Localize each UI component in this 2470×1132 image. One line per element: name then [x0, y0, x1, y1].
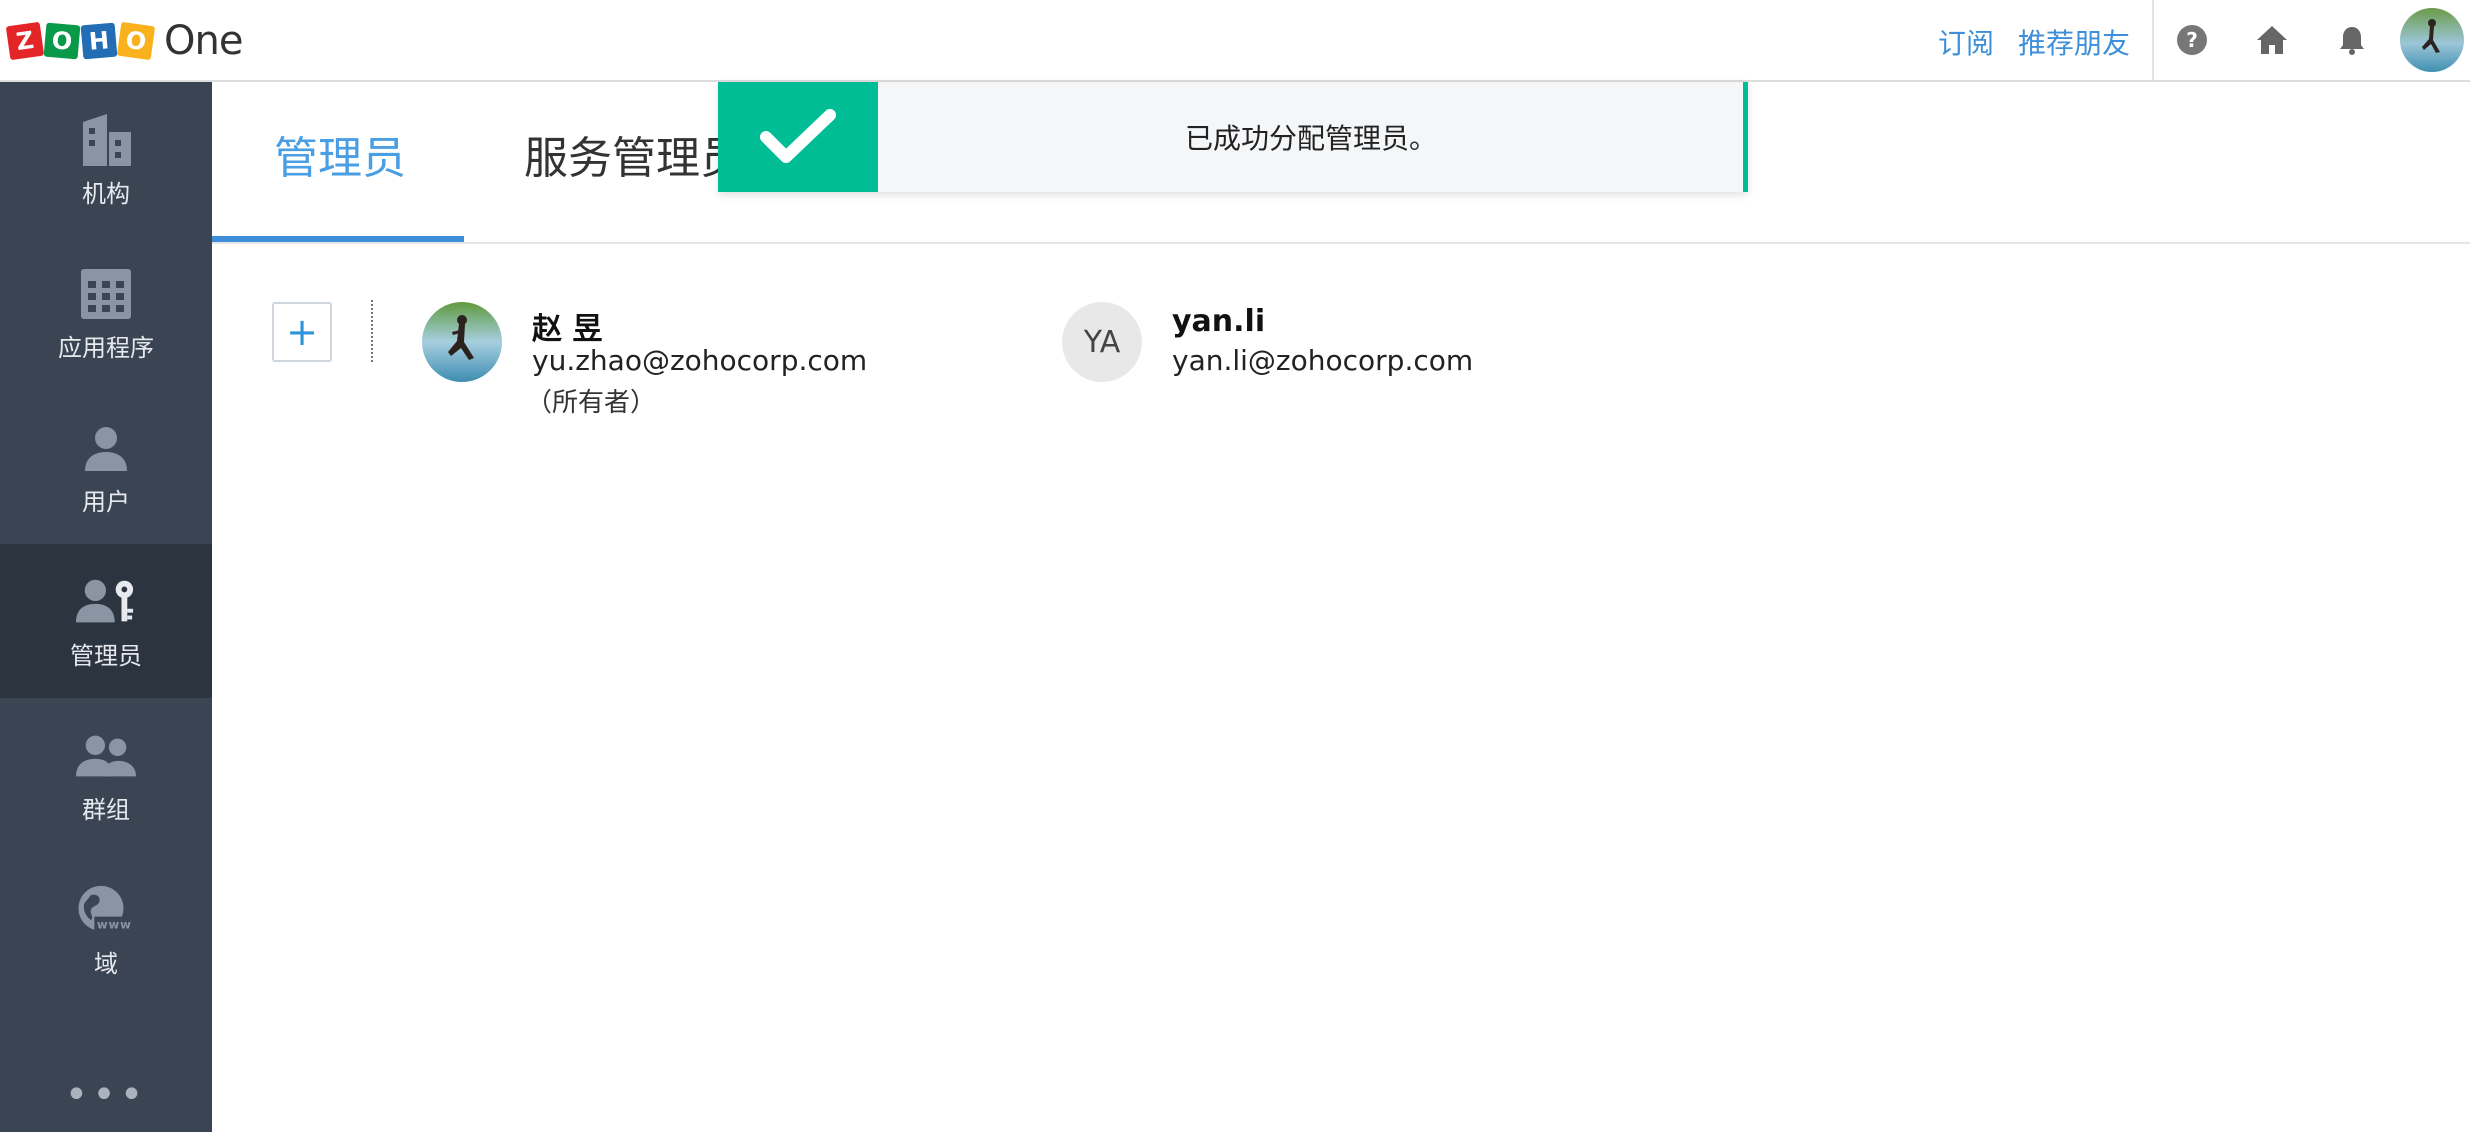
- admin-email: yu.zhao@zohocorp.com: [532, 344, 868, 377]
- top-bar: Z O H O One 订阅 推荐朋友 ?: [0, 0, 2470, 82]
- user-icon: [76, 418, 136, 478]
- refer-friend-link[interactable]: 推荐朋友: [2018, 22, 2130, 62]
- tab-admins[interactable]: 管理员: [274, 122, 406, 186]
- toast-accent-bar: [1743, 82, 1748, 192]
- sidebar-item-label: 管理员: [70, 641, 142, 670]
- product-name: One: [164, 18, 243, 64]
- admin-email: yan.li@zohocorp.com: [1172, 344, 1474, 377]
- avatar: YA: [1062, 302, 1142, 382]
- success-toast: 已成功分配管理员。: [718, 82, 1748, 192]
- help-icon[interactable]: ?: [2174, 22, 2210, 58]
- svg-text:?: ?: [2186, 28, 2198, 52]
- admin-name: yan.li: [1172, 304, 1266, 339]
- admin-name: 赵 昱: [532, 312, 603, 347]
- tab-service-admins[interactable]: 服务管理员: [524, 122, 744, 186]
- sidebar-item-applications[interactable]: 应用程序: [0, 236, 212, 390]
- admin-card-yanli[interactable]: YA yan.li yan.li@zohocorp.com: [1062, 302, 1622, 402]
- sidebar: 机构 应用程序 用户 管理员 群组 www 域 •••: [0, 82, 212, 1132]
- globe-www-icon: www: [76, 880, 136, 940]
- group-icon: [76, 726, 136, 786]
- sidebar-item-label: 应用程序: [58, 333, 154, 362]
- avatar: [422, 302, 502, 382]
- more-menu-button[interactable]: •••: [0, 1072, 212, 1118]
- header-divider: [2152, 0, 2154, 80]
- admin-role: （所有者）: [526, 388, 657, 418]
- bell-icon[interactable]: [2334, 22, 2370, 58]
- user-avatar[interactable]: [2400, 8, 2464, 72]
- sidebar-item-admins[interactable]: 管理员: [0, 544, 212, 698]
- toast-message: 已成功分配管理员。: [1184, 122, 1437, 155]
- checkmark-icon: [718, 82, 878, 192]
- sidebar-item-label: 机构: [82, 179, 130, 208]
- sidebar-item-label: 域: [94, 949, 118, 978]
- admin-key-icon: [76, 572, 136, 632]
- subscribe-link[interactable]: 订阅: [1938, 22, 1994, 62]
- logo-letter-z: Z: [5, 21, 45, 61]
- logo-letter-o: O: [43, 22, 81, 60]
- sidebar-item-label: 用户: [82, 487, 130, 516]
- building-icon: [76, 110, 136, 170]
- apps-grid-icon: [76, 264, 136, 324]
- home-icon[interactable]: [2254, 22, 2290, 58]
- divider: [371, 300, 373, 362]
- logo-letter-h: H: [80, 22, 118, 60]
- top-links: 订阅 推荐朋友: [1938, 22, 2130, 62]
- zoho-one-logo[interactable]: Z O H O One: [5, 16, 243, 66]
- sidebar-item-groups[interactable]: 群组: [0, 698, 212, 852]
- sidebar-item-users[interactable]: 用户: [0, 390, 212, 544]
- sidebar-item-label: 群组: [82, 795, 130, 824]
- logo-letter-o2: O: [116, 21, 156, 61]
- add-admin-button[interactable]: +: [272, 302, 332, 362]
- admin-card-owner[interactable]: 赵 昱 yu.zhao@zohocorp.com （所有者）: [422, 302, 982, 422]
- sidebar-item-domains[interactable]: www 域: [0, 852, 212, 1006]
- svg-text:www: www: [97, 917, 132, 931]
- sidebar-item-organization[interactable]: 机构: [0, 82, 212, 236]
- active-tab-indicator: [212, 236, 464, 242]
